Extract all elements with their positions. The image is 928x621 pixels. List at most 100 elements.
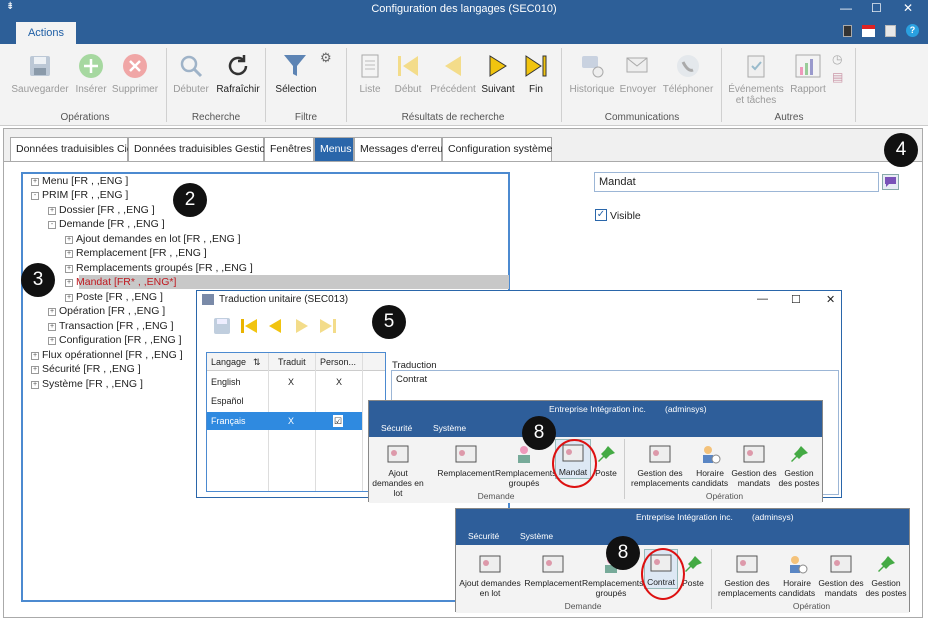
tree-node[interactable]: - PRIM [FR , ,ENG ] [31,189,128,202]
events-button[interactable]: Événements et tâches [724,52,788,106]
tree-node[interactable]: + Configuration [FR , ,ENG ] [48,334,182,347]
dialog-save-icon[interactable] [213,317,231,338]
dialog-close-button[interactable]: ✕ [826,293,835,306]
grid-cell-language[interactable]: Español [211,392,244,410]
translate-button[interactable] [882,174,899,190]
send-button[interactable]: Envoyer [618,52,658,95]
tree-node[interactable]: - Demande [FR , ,ENG ] [48,218,165,231]
expand-icon[interactable]: + [65,265,73,273]
expand-icon[interactable]: + [48,207,56,215]
tab-fenetres[interactable]: Fenêtres [264,137,314,161]
dialog-next-icon[interactable] [293,317,311,338]
refresh-button[interactable]: Rafraîchir [214,52,262,95]
last-button[interactable]: Fin [518,52,554,95]
grid-cell-translated[interactable]: X [288,373,294,391]
tab-securite[interactable]: Sécurité [381,423,412,433]
expand-icon[interactable]: + [65,279,73,287]
grid-header-custom[interactable]: Person... [320,353,356,371]
calculator-icon[interactable] [843,25,852,37]
delete-button[interactable]: Supprimer [110,52,160,95]
expand-icon[interactable]: + [31,178,39,186]
grid-cell-language[interactable]: Français [211,412,246,430]
next-button[interactable]: Suivant [478,52,518,95]
calendar-icon[interactable] [862,25,875,37]
tab-configuration[interactable]: Configuration système [442,137,552,161]
tree-node[interactable]: + Remplacement [FR , ,ENG ] [65,247,207,260]
start-button[interactable]: Débuter [170,52,212,95]
tab-messages[interactable]: Messages d'erreur [354,137,447,161]
expand-icon[interactable]: + [65,294,73,302]
tab-menus[interactable]: Menus [314,137,354,161]
ribbon-item-replacement[interactable]: Remplacement [524,553,582,588]
history-button[interactable]: Historique [566,52,618,95]
tree-node[interactable]: + Système [FR , ,ENG ] [31,378,143,391]
ribbon-item-manage-replacements[interactable]: Gestion des remplacements [718,553,776,598]
ribbon-item-schedule[interactable]: Horaire candidats [689,443,731,488]
expand-icon[interactable]: + [31,381,39,389]
expand-icon[interactable]: + [65,236,73,244]
tree-node[interactable]: + Opération [FR , ,ENG ] [48,305,165,318]
ribbon-item-manage-posts[interactable]: Gestion des postes [777,443,821,488]
ribbon-item-manage-mandates[interactable]: Gestion des mandats [731,443,777,488]
save-button[interactable]: Sauvegarder [8,52,72,95]
grid-cell-custom[interactable]: X [336,373,342,391]
tab-systeme[interactable]: Système [520,531,553,541]
phone-button[interactable]: Téléphoner [658,52,718,95]
filter-settings-icon[interactable]: ⚙ [320,50,332,66]
inbox-icon[interactable]: ▤ [832,70,843,84]
close-button[interactable]: ✕ [903,1,913,15]
list-button[interactable]: Liste [354,52,386,95]
ribbon-item-replacement[interactable]: Remplacement [437,443,495,478]
tree-node-selected[interactable]: + Mandat [FR* , ,ENG*] [65,276,176,289]
tree-node[interactable]: + Transaction [FR , ,ENG ] [48,320,174,333]
lock-icon[interactable] [885,25,896,37]
collapse-icon[interactable]: - [31,192,39,200]
previous-button[interactable]: Précédent [428,52,478,95]
grid-header-translated[interactable]: Traduit [278,353,306,371]
first-button[interactable]: Début [390,52,426,95]
collapse-icon[interactable]: - [48,221,56,229]
insert-button[interactable]: Insérer [72,52,110,95]
tree-node[interactable]: + Menu [FR , ,ENG ] [31,175,128,188]
custom-checkbox[interactable]: ☑ [333,415,344,427]
tree-node[interactable]: + Ajout demandes en lot [FR , ,ENG ] [65,233,241,246]
ribbon-item-batch[interactable]: Ajout demandes en lot [458,553,522,598]
tree-node[interactable]: + Poste [FR , ,ENG ] [65,291,163,304]
dialog-minimize-button[interactable]: — [757,293,768,305]
ribbon-item-group[interactable]: Remplacements groupés [495,443,556,488]
grid-header-language[interactable]: Langage [211,353,246,371]
expand-icon[interactable]: + [31,352,39,360]
expand-icon[interactable]: + [48,337,56,345]
ribbon-item-batch[interactable]: Ajout demandes en lot [371,443,425,498]
grid-cell-language[interactable]: English [211,373,241,391]
report-button[interactable]: Rapport [786,52,830,95]
tree-node[interactable]: + Dossier [FR , ,ENG ] [48,204,155,217]
tab-donnees-gestion[interactable]: Données traduisibles Gestion [128,137,271,161]
maximize-button[interactable]: ☐ [871,1,882,15]
visible-checkbox[interactable]: ✓ [595,209,607,221]
ribbon-item-manage-mandates[interactable]: Gestion des mandats [818,553,864,598]
help-icon[interactable]: ? [906,24,919,37]
minimize-button[interactable]: — [840,1,852,15]
tab-donnees-cie[interactable]: Données traduisibles Cie [10,137,133,161]
tab-actions[interactable]: Actions [16,22,76,44]
sort-icon[interactable]: ⇅ [253,353,261,371]
ribbon-item-schedule[interactable]: Horaire candidats [776,553,818,598]
ribbon-item-manage-replacements[interactable]: Gestion des remplacements [631,443,689,488]
tree-node[interactable]: + Remplacements groupés [FR , ,ENG ] [65,262,253,275]
selection-button[interactable]: Sélection [270,52,322,95]
expand-icon[interactable]: + [48,308,56,316]
dialog-first-icon[interactable] [239,317,259,338]
tab-securite[interactable]: Sécurité [468,531,499,541]
name-field[interactable]: Mandat [594,172,879,192]
grid-cell-translated[interactable]: X [288,412,294,430]
history-clock-icon[interactable]: ◷ [832,52,842,66]
ribbon-item-manage-posts[interactable]: Gestion des postes [864,553,908,598]
dialog-maximize-button[interactable]: ☐ [791,293,801,306]
expand-icon[interactable]: + [48,323,56,331]
expand-icon[interactable]: + [65,250,73,258]
tree-node[interactable]: + Sécurité [FR , ,ENG ] [31,363,141,376]
tab-systeme[interactable]: Système [433,423,466,433]
dialog-previous-icon[interactable] [266,317,284,338]
tree-node[interactable]: + Flux opérationnel [FR , ,ENG ] [31,349,183,362]
